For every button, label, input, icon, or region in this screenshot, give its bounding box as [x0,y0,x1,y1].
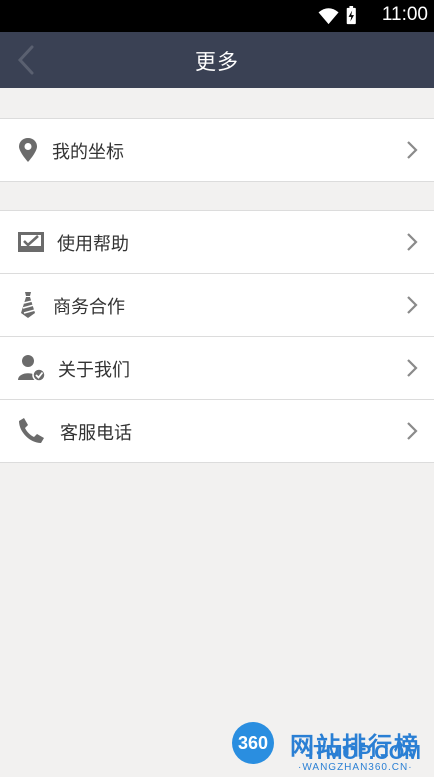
menu-item-customer-service[interactable]: 客服电话 [0,399,434,462]
nav-bar: 更多 [0,32,434,88]
page-title: 更多 [195,50,239,74]
watermark-subtext: ·WANGZHAN360.CN· [298,762,413,773]
menu-item-label: 关于我们 [58,360,130,381]
status-icons [318,6,356,25]
battery-charging-icon [346,6,356,25]
menu-item-label: 商务合作 [53,297,125,318]
chevron-right-icon [407,296,418,314]
menu-item-label: 我的坐标 [52,142,124,163]
chevron-right-icon [407,359,418,377]
user-check-icon [18,355,46,382]
watermark-logo: 360 [232,722,274,764]
location-pin-icon [19,138,37,162]
chevron-right-icon [407,141,418,159]
menu-item-label: 使用帮助 [57,234,129,255]
chevron-right-icon [407,422,418,440]
help-inbox-icon [18,232,44,252]
tie-icon [21,292,36,318]
menu-item-business[interactable]: 商务合作 [0,273,434,336]
status-time: 11:00 [381,4,428,25]
menu-group-more: 使用帮助 商务合作 关于我们 客服电话 [0,210,434,463]
phone-icon [19,418,44,443]
menu-group-location: 我的坐标 [0,118,434,182]
wifi-icon [318,8,339,25]
menu-item-label: 客服电话 [60,423,132,444]
watermark: 360 网站排行榜 ITMOP.COM ·WANGZHAN360.CN· [226,718,432,776]
menu-item-my-location[interactable]: 我的坐标 [0,119,434,181]
status-bar: 11:00 [0,0,434,32]
chevron-right-icon [407,233,418,251]
menu-item-about-us[interactable]: 关于我们 [0,336,434,399]
menu-item-help[interactable]: 使用帮助 [0,211,434,273]
